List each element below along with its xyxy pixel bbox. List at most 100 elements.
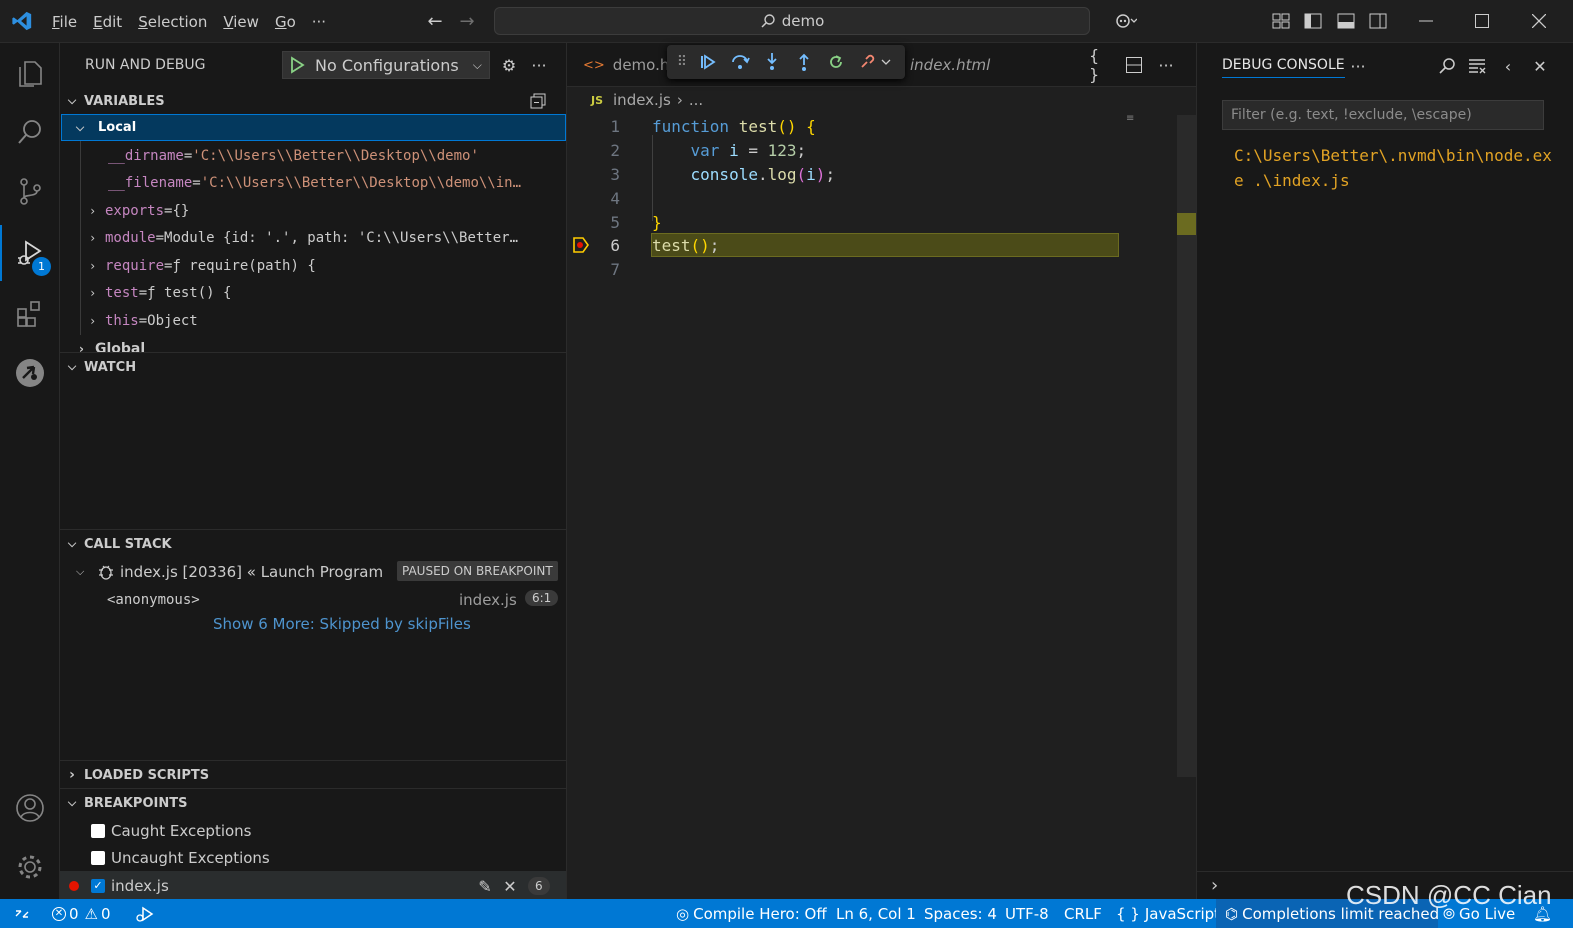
minimize-icon[interactable]	[1414, 9, 1438, 33]
drag-handle-icon[interactable]: ⠿	[677, 51, 687, 73]
split-editor-icon[interactable]	[1123, 54, 1145, 76]
collapse-all-icon[interactable]	[527, 90, 549, 112]
restart-icon[interactable]	[825, 51, 847, 73]
debug-status-icon[interactable]	[134, 899, 154, 928]
open-launch-json-gear-icon[interactable]: ⚙	[498, 54, 520, 76]
encoding[interactable]: UTF-8	[1005, 899, 1049, 928]
code-line[interactable]: 7	[567, 257, 1196, 281]
step-out-icon[interactable]	[793, 51, 815, 73]
variables-section-header[interactable]: ⌵ VARIABLES	[60, 88, 567, 114]
clear-console-icon[interactable]	[1466, 55, 1488, 77]
chevron-down-icon: ⌵	[75, 120, 85, 134]
code-line[interactable]: 1 function test() {	[567, 114, 1196, 138]
variable-row[interactable]: › require = ƒ require(path) {	[89, 252, 563, 279]
end-of-line[interactable]: CRLF	[1064, 899, 1102, 928]
back-arrow-icon[interactable]: ←	[423, 9, 447, 33]
command-center-search[interactable]: demo	[494, 7, 1090, 35]
breakpoint-file-row[interactable]: ✓ index.js	[69, 872, 169, 899]
breadcrumb-file[interactable]: index.js	[613, 91, 671, 109]
disconnect-icon[interactable]	[857, 51, 893, 73]
code-line[interactable]: 4	[567, 186, 1196, 210]
menu-view[interactable]: View	[215, 13, 267, 31]
breakpoints-section-header[interactable]: ⌵ BREAKPOINTS	[60, 790, 567, 816]
indentation[interactable]: Spaces: 4	[924, 899, 997, 928]
code-line[interactable]: 3 console.log(i);	[567, 162, 1196, 186]
manage-gear-icon[interactable]	[0, 839, 60, 895]
checkbox[interactable]	[91, 850, 105, 865]
stack-frame[interactable]: <anonymous>	[107, 586, 247, 613]
explorer-icon[interactable]	[0, 45, 60, 101]
checkbox[interactable]	[91, 823, 105, 838]
compile-hero-label: Compile Hero: Off	[693, 904, 827, 923]
variable-row[interactable]: __dirname = 'C:\\Users\\Better\\Desktop\…	[108, 142, 563, 169]
editor-more-actions-icon[interactable]: ···	[1155, 54, 1177, 76]
tab-debug-console[interactable]: DEBUG CONSOLE	[1222, 57, 1345, 78]
remove-breakpoint-close-icon[interactable]: ✕	[499, 875, 521, 897]
problems-indicator[interactable]: ✕ 0 ⚠ 0	[52, 899, 111, 928]
remote-explorer-icon[interactable]	[0, 345, 60, 401]
scope-local[interactable]: ⌵ Local	[61, 114, 566, 141]
menu-file[interactable]: File	[44, 13, 85, 31]
customize-layout-icon[interactable]	[1269, 9, 1293, 33]
step-over-icon[interactable]	[729, 51, 751, 73]
compile-hero-status[interactable]: ◎ Compile Hero: Off	[676, 899, 827, 928]
chevron-left-icon[interactable]: ‹	[1497, 55, 1519, 77]
continue-icon[interactable]	[697, 51, 719, 73]
callstack-session-label: index.js [20336] « Launch Program	[120, 562, 384, 581]
stack-frame-name: <anonymous>	[107, 591, 200, 608]
configuration-dropdown[interactable]: No Configurations ⌵	[282, 51, 490, 79]
callstack-section-header[interactable]: ⌵ CALL STACK	[60, 531, 567, 557]
toggle-format-braces-icon[interactable]: { }	[1089, 46, 1111, 84]
toggle-secondary-sidebar-icon[interactable]	[1366, 9, 1390, 33]
breakpoint-caught-exceptions[interactable]: Caught Exceptions	[91, 817, 252, 844]
line-number: 3	[610, 164, 620, 184]
tab-demo-html[interactable]: <> demo.ht	[583, 43, 675, 87]
tab-index-html[interactable]: index.html	[910, 43, 990, 87]
loaded-scripts-section-header[interactable]: › LOADED SCRIPTS	[60, 762, 567, 788]
step-into-icon[interactable]	[761, 51, 783, 73]
menu-selection[interactable]: Selection	[130, 13, 215, 31]
menu-go[interactable]: Go	[267, 13, 304, 31]
menu-edit[interactable]: Edit	[85, 13, 130, 31]
filter-search-icon[interactable]	[1436, 55, 1458, 77]
accounts-icon[interactable]	[0, 780, 60, 836]
console-input-prompt-chevron-icon[interactable]: ›	[1211, 875, 1218, 896]
checkbox-checked[interactable]: ✓	[91, 878, 105, 893]
code-line[interactable]: 5 }	[567, 210, 1196, 234]
forward-arrow-icon[interactable]: →	[455, 9, 479, 33]
maximize-icon[interactable]	[1470, 9, 1494, 33]
warning-icon: ⚠	[84, 904, 98, 923]
extensions-icon[interactable]	[0, 286, 60, 342]
search-icon[interactable]	[0, 104, 60, 160]
breakpoint-stopped-icon[interactable]	[572, 236, 590, 254]
run-and-debug-icon[interactable]: 1	[0, 225, 60, 281]
variable-row[interactable]: › exports = {}	[89, 197, 563, 224]
stack-frame-file: index.js	[459, 590, 517, 609]
start-debugging-icon[interactable]	[283, 55, 313, 75]
variable-row[interactable]: › module = Module {id: '.', path: 'C:\\Us…	[89, 224, 563, 251]
menu-more[interactable]: ···	[304, 13, 334, 31]
copilot-icon[interactable]	[1106, 9, 1146, 33]
language-mode[interactable]: { } JavaScript	[1116, 899, 1220, 928]
remote-indicator-icon[interactable]	[0, 899, 44, 928]
more-actions-icon[interactable]: ···	[528, 54, 550, 76]
variable-eq: =	[155, 229, 165, 246]
code-line-current[interactable]: 6 test();	[567, 233, 1196, 257]
source-control-icon[interactable]	[0, 163, 60, 219]
edit-breakpoint-pencil-icon[interactable]: ✎	[474, 875, 496, 897]
toggle-primary-sidebar-icon[interactable]	[1301, 9, 1325, 33]
toggle-panel-icon[interactable]	[1334, 9, 1358, 33]
code-line[interactable]: 2 var i = 123;	[567, 138, 1196, 162]
breakpoint-uncaught-exceptions[interactable]: Uncaught Exceptions	[91, 844, 270, 871]
close-panel-icon[interactable]: ✕	[1529, 55, 1551, 77]
variable-row[interactable]: › test = ƒ test() {	[89, 279, 563, 306]
watch-section-header[interactable]: ⌵ WATCH	[60, 354, 567, 380]
cursor-position[interactable]: Ln 6, Col 1	[836, 899, 916, 928]
breadcrumb-symbols[interactable]: ...	[689, 91, 703, 109]
variable-row[interactable]: __filename = 'C:\\Users\\Better\\Desktop…	[108, 169, 563, 196]
close-window-icon[interactable]	[1527, 9, 1551, 33]
variable-row[interactable]: › this = Object	[89, 307, 563, 334]
console-filter-input[interactable]: Filter (e.g. text, !exclude, \escape)	[1222, 100, 1544, 130]
panel-more-actions-icon[interactable]: ···	[1347, 55, 1369, 77]
show-more-frames-link[interactable]: Show 6 More: Skipped by skipFiles	[213, 610, 471, 637]
